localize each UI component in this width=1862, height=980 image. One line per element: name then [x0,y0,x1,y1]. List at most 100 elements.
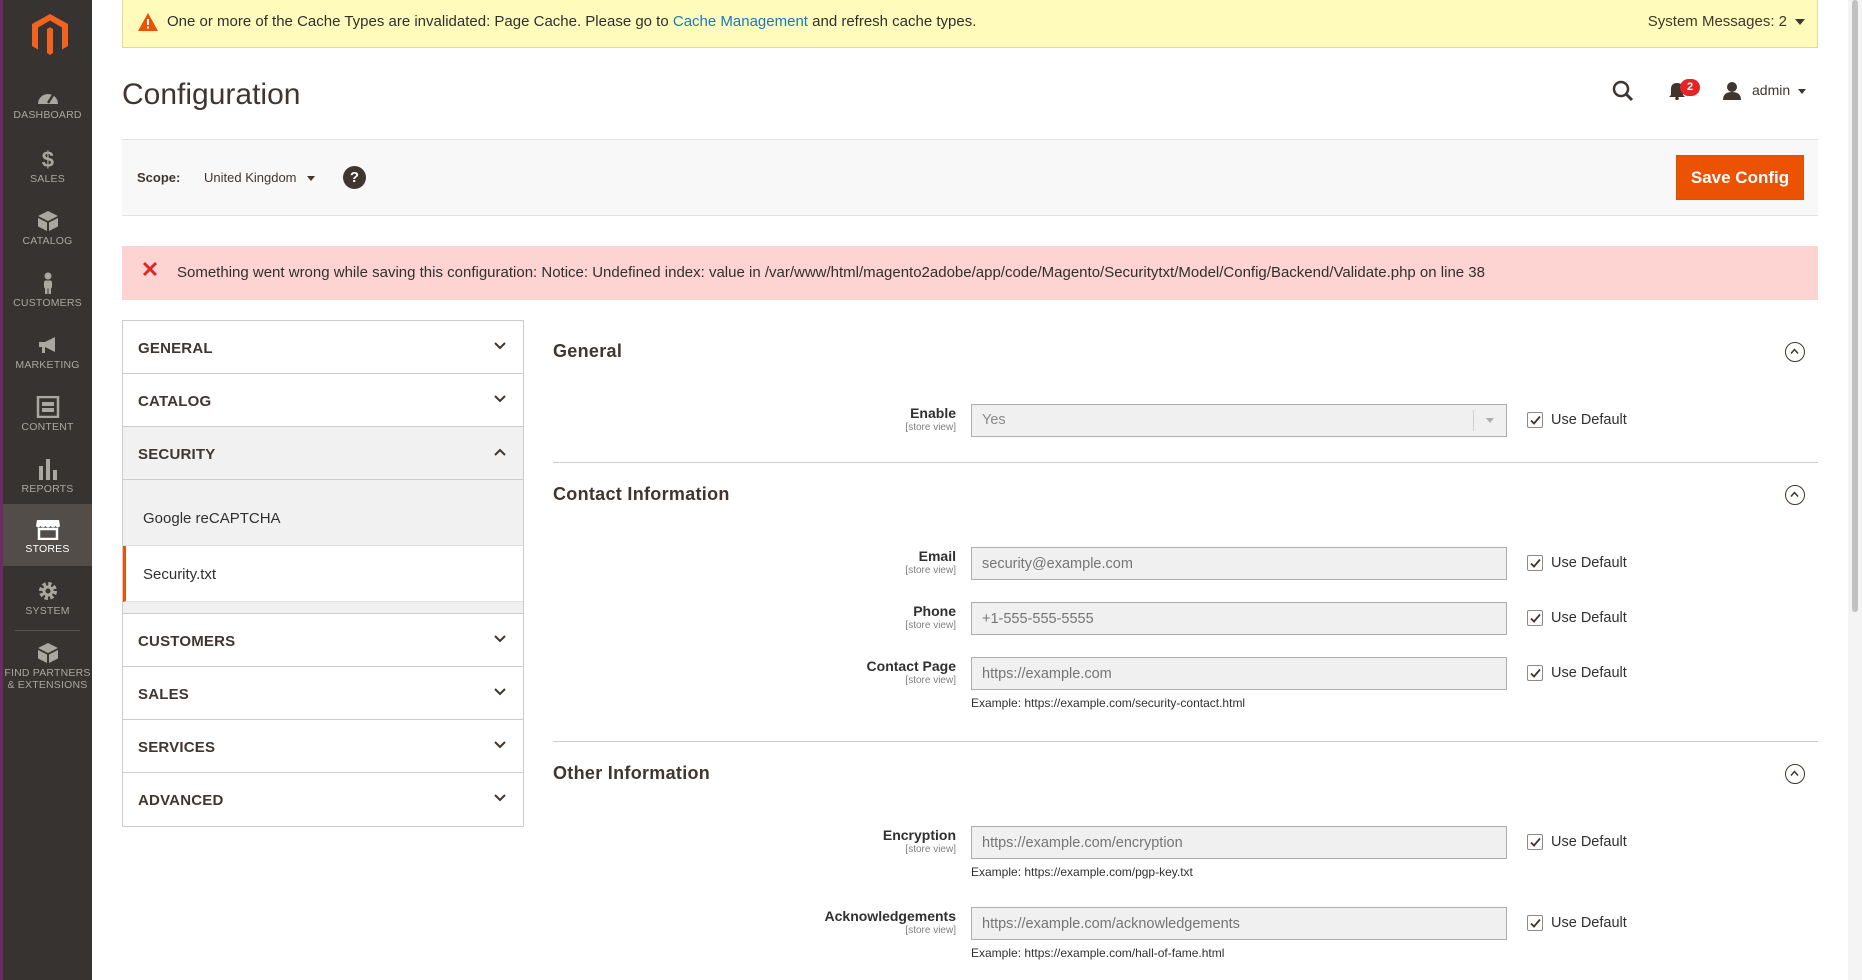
nav-label: MARKETING [15,359,80,371]
error-message: Something went wrong while saving this c… [122,246,1818,300]
collapse-up-icon[interactable] [1785,764,1805,784]
nav-customers[interactable]: CUSTOMERS [3,272,92,334]
field-scope: [store view] [905,925,956,936]
email-field[interactable] [971,547,1507,580]
collapse-up-icon[interactable] [1785,342,1805,362]
dashboard-icon [37,94,58,104]
subtab-security-txt[interactable]: Security.txt [123,546,523,602]
megaphone-icon [38,337,55,353]
subtab-google-recaptcha[interactable]: Google reCAPTCHA [123,480,523,546]
contact-page-field[interactable] [971,657,1507,690]
nav-find-partners[interactable]: FIND PARTNERS & EXTENSIONS [3,642,92,714]
tab-catalog[interactable]: CATALOG [123,374,523,427]
nav-label: STORES [25,543,70,555]
acknowledgements-field[interactable] [971,907,1507,940]
nav-label: REPORTS [21,483,74,495]
field-scope: [store view] [905,675,956,686]
config-tabs: GENERAL CATALOG SECURITY Google reCAPTCH… [122,320,524,827]
section-general-title[interactable]: General [553,341,622,362]
chevron-down-icon[interactable] [1798,89,1806,94]
notification-badge[interactable]: 2 [1680,79,1700,96]
use-default-label[interactable]: Use Default [1551,665,1627,681]
nav-label: DASHBOARD [13,109,82,121]
field-label-enable: Enable [910,405,956,421]
tab-label: GENERAL [138,340,213,357]
page-title: Configuration [122,78,301,111]
content-icon [36,396,59,418]
nav-stores[interactable]: STORES [3,504,92,566]
system-messages-toggle[interactable]: System Messages: 2 [1648,13,1787,30]
tab-general[interactable]: GENERAL [123,321,523,374]
nav-sales[interactable]: $ SALES [3,148,92,210]
field-scope: [store view] [905,844,956,855]
use-default-label[interactable]: Use Default [1551,412,1627,428]
store-icon [35,520,60,540]
nav-label: CONTENT [21,421,74,433]
search-icon[interactable] [1612,80,1634,102]
magento-logo[interactable] [30,12,70,58]
use-default-label[interactable]: Use Default [1551,915,1627,931]
tab-label: ADVANCED [138,792,224,809]
nav-divider [15,630,80,631]
use-default-label[interactable]: Use Default [1551,555,1627,571]
field-scope: [store view] [905,565,956,576]
encryption-field[interactable] [971,826,1507,859]
nav-marketing[interactable]: MARKETING [3,334,92,396]
save-config-button[interactable]: Save Config [1676,155,1804,200]
use-default-checkbox[interactable] [1527,555,1543,571]
nav-label: CATALOG [22,235,73,247]
use-default-checkbox[interactable] [1527,834,1543,850]
nav-catalog[interactable]: CATALOG [3,210,92,272]
scope-bar: Scope: United Kingdom ? Save Config [122,139,1818,216]
use-default-checkbox[interactable] [1527,915,1543,931]
subtab-label: Security.txt [143,566,217,583]
svg-text:$: $ [41,148,53,170]
use-default-label[interactable]: Use Default [1551,610,1627,626]
admin-user-menu[interactable]: admin [1752,82,1790,98]
tab-label: SECURITY [138,446,216,463]
phone-field[interactable] [971,602,1507,635]
tab-sales[interactable]: SALES [123,667,523,720]
nav-content[interactable]: CONTENT [3,396,92,458]
system-message-suffix: and refresh cache types. [807,13,977,30]
nav-label-line2: & EXTENSIONS [7,679,88,691]
help-icon[interactable]: ? [343,166,366,189]
use-default-checkbox[interactable] [1527,412,1543,428]
section-contact-title[interactable]: Contact Information [553,484,730,505]
warning-icon [138,13,158,31]
page-scrollbar[interactable] [1848,0,1862,980]
section-divider [553,462,1818,463]
field-label-encryption: Encryption [882,827,956,843]
use-default-checkbox[interactable] [1527,610,1543,626]
tab-services[interactable]: SERVICES [123,720,523,773]
field-scope: [store view] [905,422,956,433]
nav-system[interactable]: SYSTEM [3,580,92,642]
nav-dashboard[interactable]: DASHBOARD [3,86,92,148]
tab-advanced[interactable]: ADVANCED [123,773,523,826]
chevron-down-icon [1486,418,1494,423]
admin-sidebar: DASHBOARD $ SALES CATALOG CUSTOMERS MARK… [0,0,92,980]
chevron-down-icon [494,395,506,403]
bar-chart-icon [38,459,57,480]
gear-icon [38,582,57,600]
use-default-checkbox[interactable] [1527,665,1543,681]
subtab-label: Google reCAPTCHA [143,510,281,527]
scope-switcher[interactable]: United Kingdom [204,170,297,185]
tab-label: CUSTOMERS [138,633,236,650]
user-icon[interactable] [1722,81,1742,101]
use-default-label[interactable]: Use Default [1551,834,1627,850]
tab-label: SALES [138,686,190,703]
collapse-up-icon[interactable] [1785,485,1805,505]
chevron-down-icon[interactable] [307,176,315,181]
cache-management-link[interactable]: Cache Management [673,13,808,30]
field-label-email: Email [918,548,956,564]
chevron-down-icon[interactable] [1795,19,1805,25]
error-message-text: Something went wrong while saving this c… [177,264,1485,281]
select-divider [1473,410,1474,431]
chevron-up-icon [494,448,506,456]
enable-select[interactable]: Yes [971,404,1507,437]
tab-customers[interactable]: CUSTOMERS [123,614,523,667]
tab-security[interactable]: SECURITY [123,427,523,480]
section-other-title[interactable]: Other Information [553,763,710,784]
scrollbar-thumb[interactable] [1852,0,1858,612]
